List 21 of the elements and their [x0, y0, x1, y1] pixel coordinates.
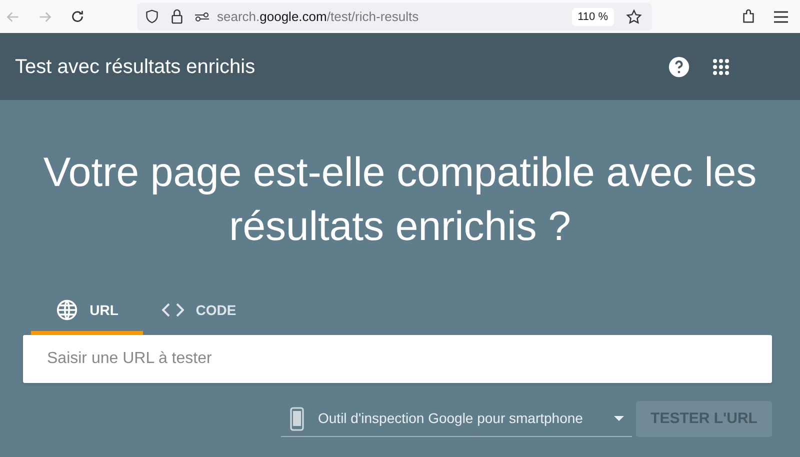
tab[interactable]: CODE	[143, 289, 255, 335]
reload-icon[interactable]	[70, 9, 85, 24]
smartphone-icon	[290, 406, 304, 430]
apps-grid-icon[interactable]	[712, 58, 730, 76]
lock-icon[interactable]	[171, 9, 183, 24]
zoom-level[interactable]: 110 %	[572, 8, 614, 26]
settings-icon[interactable]	[195, 10, 209, 22]
help-icon[interactable]	[668, 56, 690, 78]
address-bar[interactable]: search.google.com/test/rich-results 110 %	[137, 2, 652, 30]
user-agent-dropdown[interactable]: Outil d'inspection Google pour smartphone	[281, 401, 632, 437]
app-title: Test avec résultats enrichis	[15, 54, 256, 80]
extensions-icon[interactable]	[741, 9, 756, 24]
url-text: search.google.com/test/rich-results	[217, 8, 419, 26]
star-icon[interactable]	[626, 8, 642, 24]
url-input-field[interactable]: Saisir une URL à tester	[23, 335, 772, 383]
dropdown-caret-icon	[614, 416, 624, 421]
globe-icon	[56, 299, 78, 321]
menu-icon[interactable]	[774, 10, 788, 22]
headline: Votre page est-elle compatible avec les résultats enrichis ?	[42, 148, 758, 251]
shield-icon[interactable]	[145, 9, 159, 24]
code-icon	[162, 303, 184, 317]
